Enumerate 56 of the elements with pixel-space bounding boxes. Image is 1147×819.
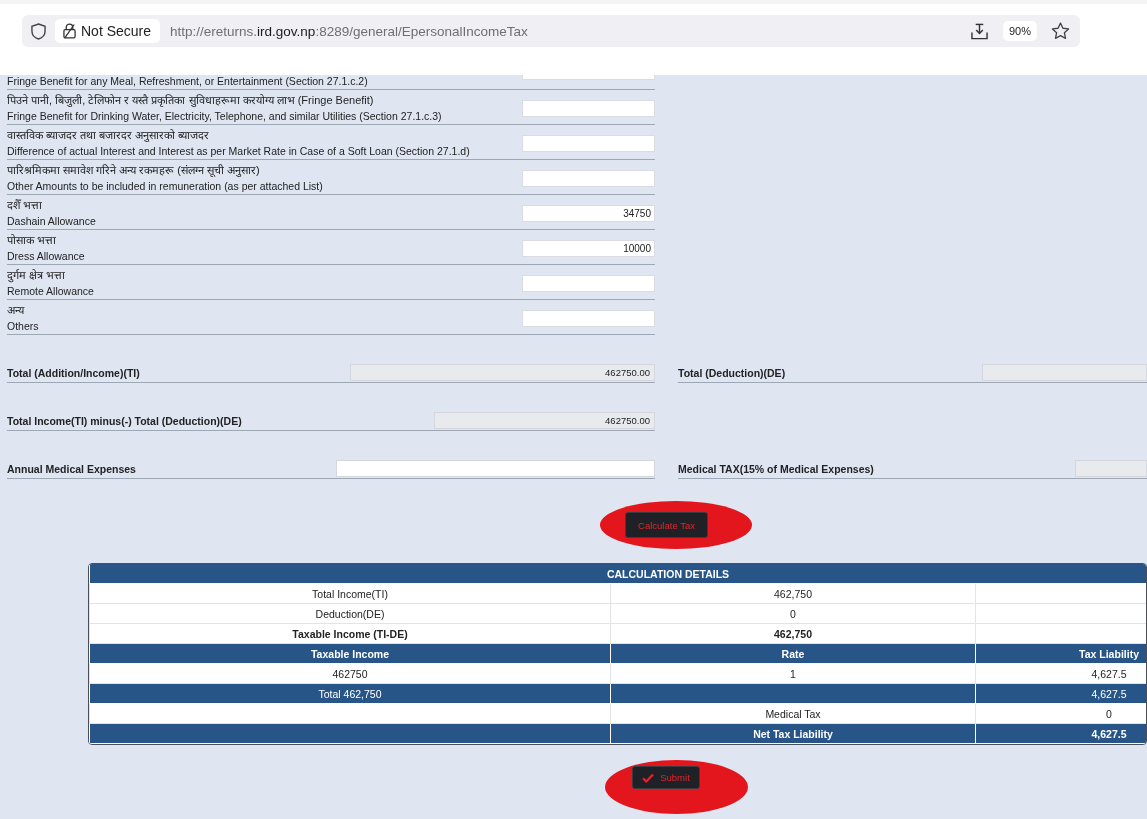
field-label: Others	[7, 318, 39, 334]
check-icon	[642, 772, 655, 783]
table-cell: Total 462,750	[89, 683, 611, 704]
input-field[interactable]	[522, 309, 655, 327]
input-field[interactable]	[522, 169, 655, 187]
field-label-nepali: दशैँ भत्ता	[7, 197, 44, 213]
table-cell: Medical Tax	[610, 703, 976, 724]
input-field[interactable]: 34750	[522, 204, 655, 222]
address-bar[interactable]: Not Secure http://ereturns.ird.gov.np:8289/general/EpersonalIncomeTax 90%	[22, 15, 1080, 47]
security-indicator[interactable]: Not Secure	[55, 19, 161, 43]
url-text[interactable]: http://ereturns.ird.gov.np:8289/general/EpersonalIncomeTax	[170, 23, 528, 39]
table-header-cell: Taxable Income	[89, 643, 611, 664]
download-icon[interactable]	[970, 22, 988, 40]
table-cell: 1	[610, 663, 976, 684]
field-label-nepali: पिउने पानी, बिजुली, टेलिफोन र यस्तै प्रकृतिका सुविधाहरूमा करयोग्य लाभ (Fringe Benefit)	[7, 92, 375, 108]
input-field[interactable]	[522, 99, 655, 117]
amount-field[interactable]	[982, 364, 1147, 381]
table-cell: 0	[610, 603, 976, 624]
table-cell: Deduction(DE)	[89, 603, 611, 624]
field-label: Dashain Allowance	[7, 213, 96, 229]
zoom-level-button[interactable]: 90%	[1002, 21, 1037, 41]
submit-button[interactable]: Submit	[632, 766, 700, 789]
field-label: Fringe Benefit for any Meal, Refreshment, or Entertainment (Section 27.1.c.2)	[7, 74, 368, 89]
total-label: Total (Deduction)(DE)	[678, 366, 786, 381]
table-cell: 462,750	[610, 583, 976, 604]
field-label: Other Amounts to be included in remuneration (as per attached List)	[7, 178, 323, 194]
input-field[interactable]	[522, 75, 655, 80]
field-label-nepali: पोसाक भत्ता	[7, 232, 58, 248]
field-label: Dress Allowance	[7, 248, 85, 264]
total-label: Total Income(TI) minus(-) Total (Deduction)(DE)	[7, 414, 242, 429]
field-label-nepali: पारिश्रमिकमा समावेश गरिने अन्य रकमहरू (संलग्न सूची अनुसार)	[7, 162, 261, 178]
amount-field[interactable]	[336, 460, 655, 477]
field-label: Remote Allowance	[7, 283, 94, 299]
table-cell: 462,750	[610, 623, 976, 644]
bookmark-star-icon[interactable]	[1051, 22, 1070, 40]
input-field[interactable]: 10000	[522, 239, 655, 257]
amount-field[interactable]: 462750.00	[350, 364, 655, 381]
input-field[interactable]	[522, 134, 655, 152]
input-field[interactable]	[522, 274, 655, 292]
table-cell: Total Income(TI)	[89, 583, 611, 604]
amount-field[interactable]: 462750.00	[434, 412, 655, 429]
field-label-nepali: अन्य	[7, 302, 26, 318]
total-label: Total (Addition/Income)(TI)	[7, 366, 140, 381]
table-title: CALCULATION DETAILS	[89, 564, 1146, 584]
shield-icon[interactable]	[31, 22, 46, 40]
amount-field[interactable]	[1075, 460, 1147, 477]
field-label: Fringe Benefit for Drinking Water, Electricity, Telephone, and similar Utilities (Section 27.1.c.3)	[7, 108, 442, 124]
field-label-nepali: दुर्गम क्षेत्र भत्ता	[7, 267, 67, 283]
total-label: Medical TAX(15% of Medical Expenses)	[678, 462, 874, 477]
field-label: Difference of actual Interest and Interest as per Market Rate in Case of a Soft Loan (Section 27.1.d)	[7, 143, 470, 159]
table-cell: 462750	[89, 663, 611, 684]
calculate-tax-button[interactable]: Calculate Tax	[625, 512, 708, 538]
lock-icon	[63, 23, 76, 39]
field-label-nepali: वास्तविक ब्याजदर तथा बजारदर अनुसारको ब्याजदर	[7, 127, 211, 143]
total-label: Annual Medical Expenses	[7, 462, 136, 477]
table-cell: Taxable Income (TI-DE)	[89, 623, 611, 644]
